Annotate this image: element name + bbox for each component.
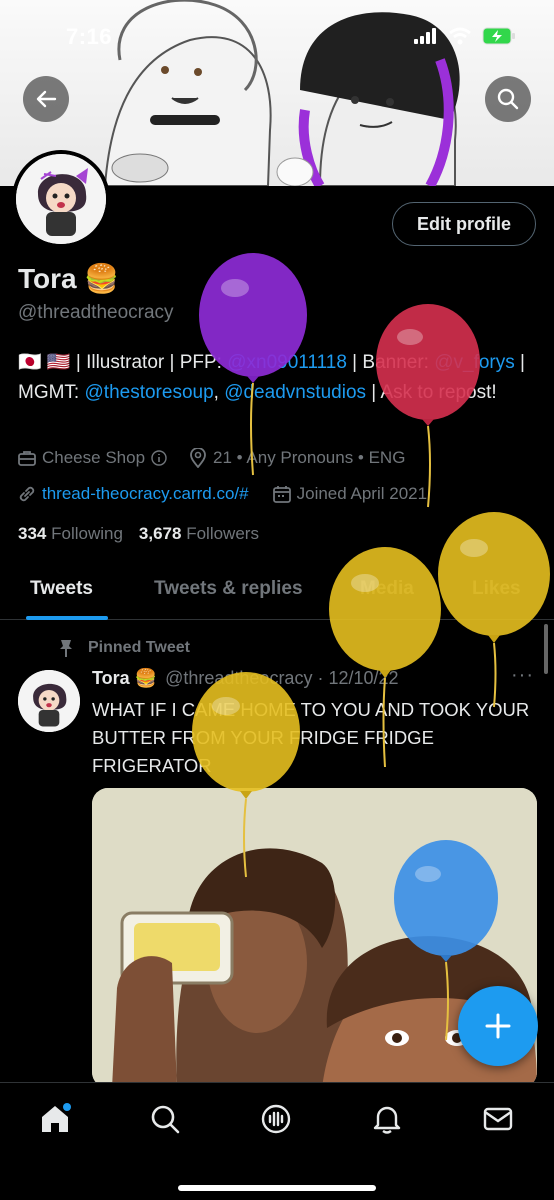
following-label: Following bbox=[51, 524, 123, 543]
battery-charging-icon bbox=[482, 27, 515, 45]
tab-media[interactable]: Media bbox=[360, 578, 414, 600]
profile-category: Cheese Shop bbox=[42, 448, 146, 467]
status-bar: 7:16 bbox=[0, 0, 554, 72]
home-icon bbox=[42, 1103, 71, 1132]
tweet-header: Tora 🍔 @threadtheocracy · 12/10/22 bbox=[92, 668, 399, 689]
bio-text: , bbox=[213, 382, 225, 403]
bio-text: | Ask to repost! bbox=[366, 382, 497, 403]
mail-icon bbox=[483, 1107, 513, 1131]
bio-flags: 🇯🇵 🇺🇸 bbox=[18, 352, 71, 373]
cellular-signal-icon bbox=[414, 28, 436, 44]
profile-joined-date: Joined April 2021 bbox=[296, 484, 428, 503]
pin-icon bbox=[60, 640, 72, 657]
edit-profile-button[interactable]: Edit profile bbox=[392, 202, 536, 246]
info-icon[interactable] bbox=[151, 450, 167, 466]
tab-tweets[interactable]: Tweets bbox=[30, 578, 93, 600]
nav-spaces[interactable] bbox=[256, 1099, 296, 1139]
followers-count: 3,678 bbox=[138, 524, 182, 543]
search-icon bbox=[497, 88, 519, 110]
nav-notifications[interactable] bbox=[367, 1099, 407, 1139]
bio-mention-mgmt[interactable]: @thestoresoup bbox=[85, 382, 214, 403]
bio-text: | Banner: bbox=[346, 352, 435, 373]
bio-mention-banner[interactable]: @v_forys bbox=[434, 352, 515, 373]
compose-tweet-button[interactable] bbox=[458, 986, 538, 1066]
active-tab-indicator bbox=[26, 616, 108, 620]
bio-text: | Illustrator | PFP: bbox=[70, 352, 228, 373]
scrollbar-thumb[interactable] bbox=[544, 624, 548, 674]
follow-stats: 334 Following 3,678 Followers bbox=[18, 524, 259, 544]
tweet-more-options-button[interactable]: ··· bbox=[511, 664, 534, 687]
spaces-icon bbox=[261, 1104, 291, 1134]
profile-bio: 🇯🇵 🇺🇸 | Illustrator | PFP: @xn09011118 |… bbox=[18, 348, 538, 408]
bio-mention-pfp[interactable]: @xn09011118 bbox=[227, 352, 347, 373]
following-stat[interactable]: 334 Following bbox=[18, 524, 123, 544]
avatar-illustration bbox=[18, 670, 80, 732]
pinned-label-text: Pinned Tweet bbox=[88, 639, 190, 656]
search-button[interactable] bbox=[485, 76, 531, 122]
compose-plus-icon bbox=[485, 1013, 511, 1039]
tweet-text: WHAT IF I CAME HOME TO YOU AND TOOK YOUR… bbox=[92, 699, 530, 776]
location-icon bbox=[190, 448, 206, 468]
profile-handle: @threadtheocracy bbox=[18, 302, 174, 323]
search-icon bbox=[151, 1105, 180, 1134]
back-button[interactable] bbox=[23, 76, 69, 122]
home-indicator bbox=[178, 1185, 376, 1191]
tweet-author-name[interactable]: Tora 🍔 bbox=[92, 668, 157, 689]
profile-avatar[interactable] bbox=[12, 150, 110, 248]
status-time: 7:16 bbox=[66, 24, 113, 49]
calendar-icon bbox=[272, 486, 291, 503]
wifi-icon bbox=[449, 27, 471, 45]
bottom-navigation bbox=[0, 1082, 554, 1200]
pinned-tweet-label: Pinned Tweet bbox=[58, 638, 190, 658]
profile-location: 21 • Any Pronouns • ENG bbox=[213, 448, 406, 467]
nav-explore[interactable] bbox=[145, 1099, 185, 1139]
tweet-author-avatar[interactable] bbox=[18, 670, 80, 732]
briefcase-icon bbox=[18, 451, 36, 466]
profile-meta-row-2: thread-theocracy.carrd.co/# Joined April… bbox=[18, 484, 427, 504]
following-count: 334 bbox=[18, 524, 47, 543]
followers-label: Followers bbox=[186, 524, 259, 543]
back-arrow-icon bbox=[36, 90, 57, 108]
profile-website-link[interactable]: thread-theocracy.carrd.co/# bbox=[42, 484, 249, 504]
bio-mention-studio[interactable]: @deadvnstudios bbox=[224, 382, 366, 403]
bell-icon bbox=[373, 1106, 401, 1134]
followers-stat[interactable]: 3,678 Followers bbox=[139, 524, 259, 544]
link-icon bbox=[19, 486, 35, 502]
profile-tabs: Tweets Tweets & replies Media Likes bbox=[0, 562, 554, 620]
nav-home[interactable] bbox=[35, 1099, 75, 1139]
status-icons bbox=[414, 27, 516, 45]
tab-tweets-and-replies[interactable]: Tweets & replies bbox=[154, 578, 303, 600]
profile-name: Tora 🍔 bbox=[18, 263, 120, 294]
tweet-handle-date: @threadtheocracy · 12/10/22 bbox=[165, 668, 399, 688]
tab-likes[interactable]: Likes bbox=[472, 578, 521, 600]
avatar-illustration bbox=[16, 154, 106, 244]
profile-meta-row: Cheese Shop 21 • Any Pronouns • ENG bbox=[18, 448, 405, 468]
nav-messages[interactable] bbox=[478, 1099, 518, 1139]
